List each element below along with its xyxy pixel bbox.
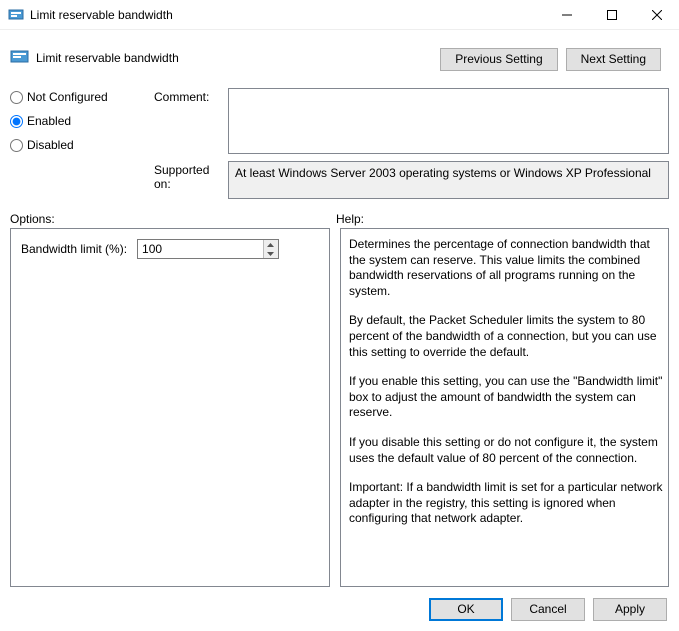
cancel-button[interactable]: Cancel	[511, 598, 585, 621]
help-paragraph: If you enable this setting, you can use …	[349, 374, 664, 421]
dialog-buttons: OK Cancel Apply	[0, 587, 679, 631]
header-row: Limit reservable bandwidth Previous Sett…	[0, 30, 679, 78]
radio-enabled[interactable]: Enabled	[10, 114, 150, 128]
bandwidth-limit-input[interactable]	[138, 240, 263, 258]
policy-icon	[10, 49, 30, 65]
titlebar: Limit reservable bandwidth	[0, 0, 679, 30]
help-label: Help:	[336, 212, 364, 226]
next-setting-button[interactable]: Next Setting	[566, 48, 661, 71]
bandwidth-limit-spinner[interactable]	[137, 239, 279, 259]
spinner-down-button[interactable]	[264, 249, 278, 258]
minimize-button[interactable]	[544, 0, 589, 29]
radio-not-configured[interactable]: Not Configured	[10, 90, 150, 104]
spinner-up-button[interactable]	[264, 240, 278, 249]
options-panel: Bandwidth limit (%):	[10, 228, 330, 587]
help-text[interactable]: Determines the percentage of connection …	[341, 229, 668, 586]
radio-label: Disabled	[27, 138, 74, 152]
close-button[interactable]	[634, 0, 679, 29]
state-radio-group: Not Configured Enabled Disabled	[10, 82, 150, 157]
options-label: Options:	[10, 212, 336, 226]
radio-label: Enabled	[27, 114, 71, 128]
help-panel: Determines the percentage of connection …	[340, 228, 669, 587]
ok-button[interactable]: OK	[429, 598, 503, 621]
radio-label: Not Configured	[27, 90, 108, 104]
maximize-button[interactable]	[589, 0, 634, 29]
window-title: Limit reservable bandwidth	[30, 8, 544, 22]
window-controls	[544, 0, 679, 29]
panels: Bandwidth limit (%): Determines the	[0, 228, 679, 587]
supported-on-text	[228, 161, 669, 199]
supported-on-label: Supported on:	[154, 157, 224, 202]
config-area: Not Configured Enabled Disabled Comment:…	[0, 78, 679, 202]
policy-name: Limit reservable bandwidth	[36, 49, 440, 65]
help-paragraph: Important: If a bandwidth limit is set f…	[349, 480, 664, 527]
previous-setting-button[interactable]: Previous Setting	[440, 48, 557, 71]
policy-icon	[8, 7, 24, 23]
comment-input[interactable]	[228, 88, 669, 154]
comment-label: Comment:	[154, 90, 224, 110]
help-paragraph: By default, the Packet Scheduler limits …	[349, 313, 664, 360]
bandwidth-limit-label: Bandwidth limit (%):	[21, 242, 127, 256]
help-paragraph: Determines the percentage of connection …	[349, 237, 664, 299]
section-labels: Options: Help:	[0, 202, 679, 228]
apply-button[interactable]: Apply	[593, 598, 667, 621]
radio-disabled[interactable]: Disabled	[10, 138, 150, 152]
help-paragraph: If you disable this setting or do not co…	[349, 435, 664, 466]
label-column: Comment:	[154, 82, 224, 157]
policy-editor-window: Limit reservable bandwidth Limit reserva…	[0, 0, 679, 631]
